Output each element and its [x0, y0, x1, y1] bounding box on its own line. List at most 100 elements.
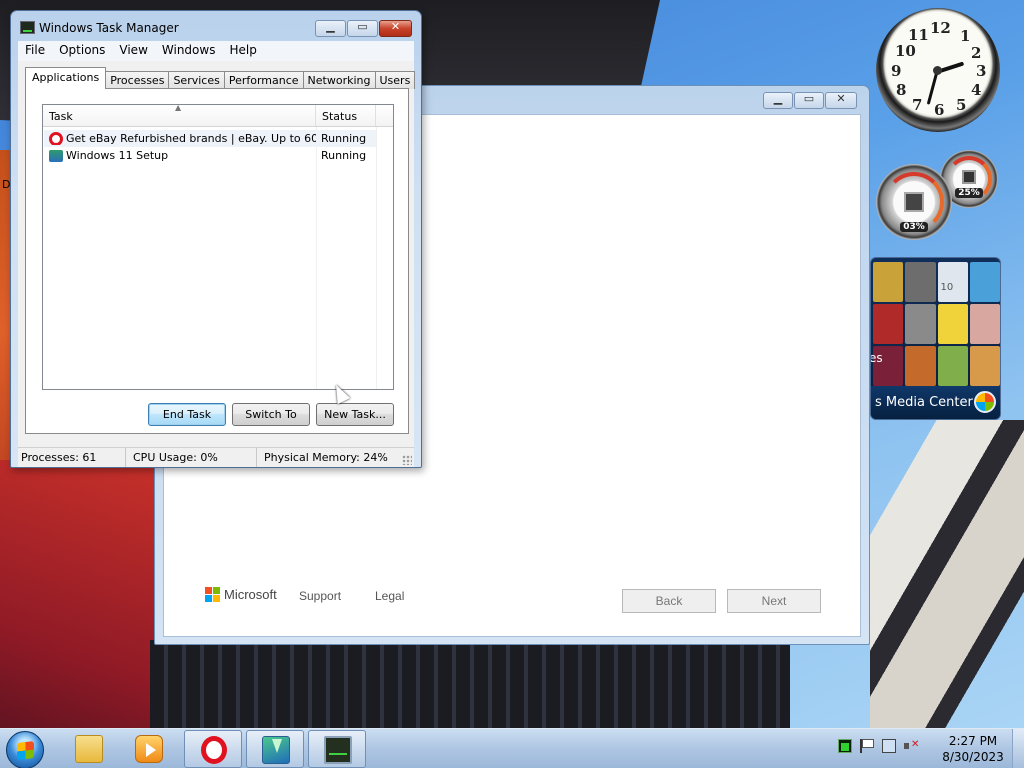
- wallpaper-tower: [870, 420, 1024, 728]
- taskbar: 2:27 PM 8/30/2023: [0, 728, 1024, 768]
- taskbar-setup-button[interactable]: [246, 730, 304, 768]
- table-row[interactable]: Get eBay Refurbished brands | eBay. Up t…: [44, 130, 376, 147]
- back-button[interactable]: Back: [622, 589, 716, 613]
- close-icon: ✕: [390, 20, 401, 33]
- column-header-status-label: Status: [322, 110, 358, 123]
- clock-center-pin: [933, 66, 942, 75]
- memory-meter-value: 25%: [955, 188, 983, 198]
- column-divider: [316, 127, 317, 389]
- tm-maximize-button[interactable]: ▭: [347, 20, 378, 37]
- menu-bar: File Options View Windows Help: [18, 41, 414, 61]
- tab-performance[interactable]: Performance: [223, 71, 304, 89]
- taskbar-clock[interactable]: 2:27 PM 8/30/2023: [938, 733, 1008, 765]
- column-header-status[interactable]: Status: [316, 105, 376, 126]
- opera-icon: [201, 736, 227, 764]
- setup-maximize-button[interactable]: ▭: [794, 92, 824, 109]
- switch-to-button[interactable]: Switch To: [232, 403, 310, 426]
- clock-number: 1: [960, 27, 971, 45]
- menu-file[interactable]: File: [18, 41, 52, 61]
- media-player-icon: [135, 735, 163, 763]
- clock-number: 5: [956, 96, 967, 114]
- tab-networking[interactable]: Networking: [302, 71, 376, 89]
- task-manager-app-icon: [20, 21, 35, 34]
- cpu-monitor-tray-icon[interactable]: [838, 739, 852, 753]
- cpu-meter-gauge[interactable]: 03%: [876, 164, 952, 240]
- tm-minimize-button[interactable]: ▁: [315, 20, 346, 37]
- memory-chip-icon: [962, 170, 976, 184]
- menu-options[interactable]: Options: [52, 41, 112, 61]
- task-manager-icon: [324, 736, 352, 764]
- status-physical-memory: Physical Memory: 24%: [264, 451, 388, 464]
- maximize-icon: ▭: [357, 20, 368, 33]
- task-status: Running: [321, 149, 367, 162]
- maximize-icon: ▭: [803, 92, 815, 105]
- media-tile: [969, 346, 1000, 386]
- tm-caption-buttons: ▁ ▭ ✕: [315, 20, 412, 37]
- media-center-label: s Media Center: [875, 395, 973, 410]
- volume-muted-icon[interactable]: [904, 739, 919, 753]
- folder-icon: [75, 735, 103, 763]
- new-task-button[interactable]: New Task...: [316, 403, 394, 426]
- tab-users[interactable]: Users: [374, 71, 416, 89]
- opera-icon: [49, 132, 63, 145]
- setup-minimize-button[interactable]: ▁: [763, 92, 793, 109]
- column-header-task[interactable]: ▲ Task: [43, 103, 316, 126]
- clock-minute-hand: [926, 71, 939, 105]
- task-manager-body: Applications Processes Services Performa…: [18, 61, 416, 447]
- media-tile: 10: [937, 262, 968, 302]
- tm-close-button[interactable]: ✕: [379, 20, 412, 37]
- media-center-caption: es s Media Center: [871, 351, 1000, 419]
- media-center-fragment: es: [870, 351, 883, 365]
- clock-number: 2: [971, 44, 982, 62]
- clock-time: 2:27 PM: [948, 734, 998, 748]
- taskbar-task-manager-button[interactable]: [308, 730, 366, 768]
- clock-number: 6: [934, 101, 945, 119]
- windows-setup-icon: [262, 736, 290, 764]
- start-button[interactable]: [6, 731, 44, 768]
- tab-applications[interactable]: Applications: [25, 67, 107, 89]
- network-icon[interactable]: [882, 739, 896, 753]
- task-name: Windows 11 Setup: [66, 149, 169, 162]
- media-center-tiles: 10: [871, 260, 1000, 388]
- media-tile: [873, 262, 904, 302]
- task-name: Get eBay Refurbished brands | eBay. Up t…: [66, 132, 316, 145]
- taskbar-opera-button[interactable]: [184, 730, 242, 768]
- table-row[interactable]: Windows 11 Setup Running: [44, 147, 376, 164]
- microsoft-brand: Microsoft: [205, 587, 277, 602]
- resize-grip-icon[interactable]: [402, 455, 412, 465]
- setup-close-button[interactable]: ✕: [825, 92, 857, 109]
- windows-logo-icon: [17, 741, 34, 760]
- sort-arrow-icon: ▲: [175, 103, 182, 112]
- media-tile: [905, 262, 936, 302]
- cpu-chip-icon: [904, 192, 924, 212]
- clock-number: 11: [908, 26, 929, 44]
- column-header-task-label: Task: [49, 110, 73, 123]
- tab-services[interactable]: Services: [168, 71, 225, 89]
- cpu-meter-value: 03%: [900, 222, 928, 232]
- status-bar: Processes: 61 CPU Usage: 0% Physical Mem…: [18, 447, 414, 467]
- action-center-flag-icon[interactable]: [860, 739, 874, 753]
- taskbar-media-player-button[interactable]: [120, 730, 178, 768]
- tab-strip: Applications Processes Services Performa…: [25, 67, 416, 89]
- task-manager-window[interactable]: Windows Task Manager ▁ ▭ ✕ File Options …: [10, 10, 422, 468]
- notification-area: [838, 739, 919, 753]
- menu-windows[interactable]: Windows: [155, 41, 223, 61]
- menu-view[interactable]: View: [112, 41, 154, 61]
- clock-gadget[interactable]: 12 1 2 3 4 5 6 7 8 9 10 11: [876, 8, 1000, 132]
- status-cpu-usage: CPU Usage: 0%: [126, 448, 257, 467]
- support-link[interactable]: Support: [299, 589, 341, 603]
- minimize-icon: ▁: [773, 92, 783, 105]
- media-center-gadget[interactable]: 10 es s Media Center: [870, 257, 1001, 420]
- menu-help[interactable]: Help: [222, 41, 263, 61]
- taskbar-explorer-button[interactable]: [60, 730, 118, 768]
- clock-number: 8: [896, 81, 907, 99]
- window-title: Windows Task Manager: [39, 21, 179, 35]
- next-button[interactable]: Next: [727, 589, 821, 613]
- task-list[interactable]: ▲ Task Status Get eBay Refurbished brand…: [42, 103, 394, 390]
- microsoft-wordmark: Microsoft: [224, 587, 277, 602]
- end-task-button[interactable]: End Task: [148, 403, 226, 426]
- tab-processes[interactable]: Processes: [105, 71, 170, 89]
- show-desktop-button[interactable]: [1012, 729, 1024, 768]
- media-tile: [937, 346, 968, 386]
- legal-link[interactable]: Legal: [375, 589, 404, 603]
